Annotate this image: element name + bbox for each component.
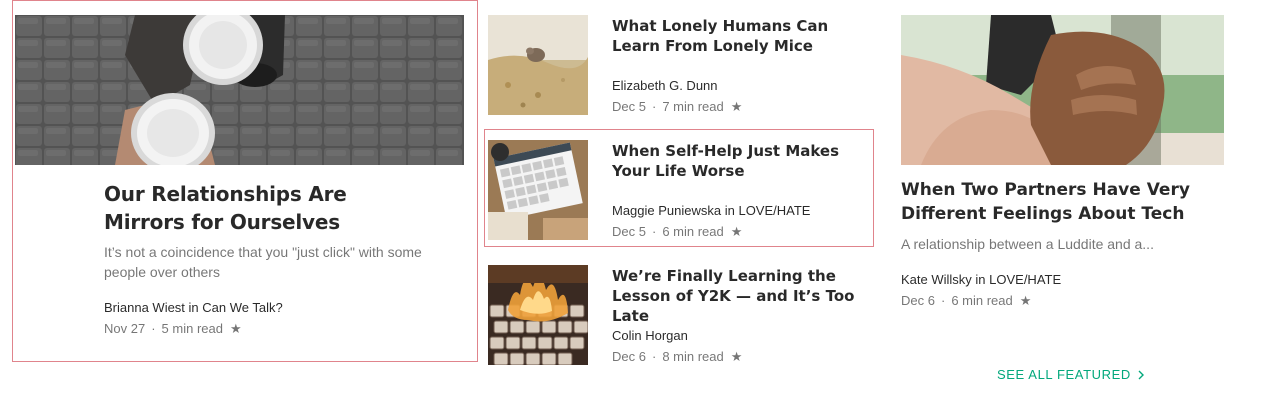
see-all-featured-label: SEE ALL FEATURED (997, 367, 1131, 382)
list-item-image[interactable] (488, 265, 588, 365)
list-item-author[interactable]: Elizabeth G. Dunn (612, 77, 718, 95)
featured-image[interactable] (15, 15, 464, 165)
featured-date: Nov 27 (104, 321, 146, 336)
featured-meta: Nov 27 · 5 min read ★ (104, 320, 242, 338)
list-item-meta: Dec 5 · 6 min read ★ (612, 223, 742, 241)
meta-separator: · (651, 99, 657, 114)
list-item[interactable]: What Lonely Humans Can Learn From Lonely… (488, 15, 868, 115)
list-item-image[interactable] (488, 140, 588, 240)
meta-separator: · (940, 293, 946, 308)
right-card[interactable]: When Two Partners Have Very Different Fe… (901, 15, 1224, 315)
right-card-meta: Dec 6 · 6 min read ★ (901, 292, 1031, 310)
featured-author[interactable]: Brianna Wiest in Can We Talk? (104, 299, 283, 317)
see-all-featured-link[interactable]: SEE ALL FEATURED (997, 367, 1145, 382)
list-item[interactable]: When Self-Help Just Makes Your Life Wors… (488, 140, 868, 240)
right-card-title[interactable]: When Two Partners Have Very Different Fe… (901, 178, 1201, 226)
star-icon[interactable]: ★ (731, 348, 743, 366)
right-card-date: Dec 6 (901, 293, 935, 308)
list-item[interactable]: We’re Finally Learning the Lesson of Y2K… (488, 265, 868, 365)
right-card-author[interactable]: Kate Willsky in LOVE/HATE (901, 271, 1061, 289)
list-item-title[interactable]: We’re Finally Learning the Lesson of Y2K… (612, 266, 872, 326)
mouse-photo-icon (488, 15, 588, 115)
meta-separator: · (151, 321, 156, 336)
list-item-read-time: 6 min read (662, 224, 724, 239)
list-item-image[interactable] (488, 15, 588, 115)
list-item-author[interactable]: Maggie Puniewska in LOVE/HATE (612, 202, 810, 220)
list-item-title[interactable]: What Lonely Humans Can Learn From Lonely… (612, 16, 862, 56)
right-card-read-time: 6 min read (951, 293, 1013, 308)
list-item-date: Dec 6 (612, 349, 646, 364)
star-icon[interactable]: ★ (731, 98, 743, 116)
list-item-date: Dec 5 (612, 99, 646, 114)
coffee-cups-photo-icon (15, 15, 464, 165)
meta-separator: · (651, 349, 657, 364)
chevron-right-icon (1138, 370, 1144, 379)
star-icon[interactable]: ★ (731, 223, 743, 241)
holding-hands-photo-icon (901, 15, 1224, 165)
list-item-meta: Dec 6 · 8 min read ★ (612, 348, 742, 366)
list-item-title[interactable]: When Self-Help Just Makes Your Life Wors… (612, 141, 862, 181)
right-card-image[interactable] (901, 15, 1224, 165)
right-card-subtitle[interactable]: A relationship between a Luddite and a..… (901, 234, 1221, 254)
featured-read-time: 5 min read (161, 321, 223, 336)
star-icon[interactable]: ★ (230, 320, 242, 338)
list-item-date: Dec 5 (612, 224, 646, 239)
star-icon[interactable]: ★ (1020, 292, 1032, 310)
featured-subtitle[interactable]: It’s not a coincidence that you "just cl… (104, 242, 454, 282)
list-item-author[interactable]: Colin Horgan (612, 327, 688, 345)
featured-title[interactable]: Our Relationships Are Mirrors for Oursel… (104, 180, 434, 236)
burning-keyboard-photo-icon (488, 265, 588, 365)
featured-card[interactable]: Our Relationships Are Mirrors for Oursel… (15, 15, 464, 360)
list-item-read-time: 7 min read (662, 99, 724, 114)
list-item-read-time: 8 min read (662, 349, 724, 364)
calendar-photo-icon (488, 140, 588, 240)
meta-separator: · (651, 224, 657, 239)
list-item-meta: Dec 5 · 7 min read ★ (612, 98, 742, 116)
